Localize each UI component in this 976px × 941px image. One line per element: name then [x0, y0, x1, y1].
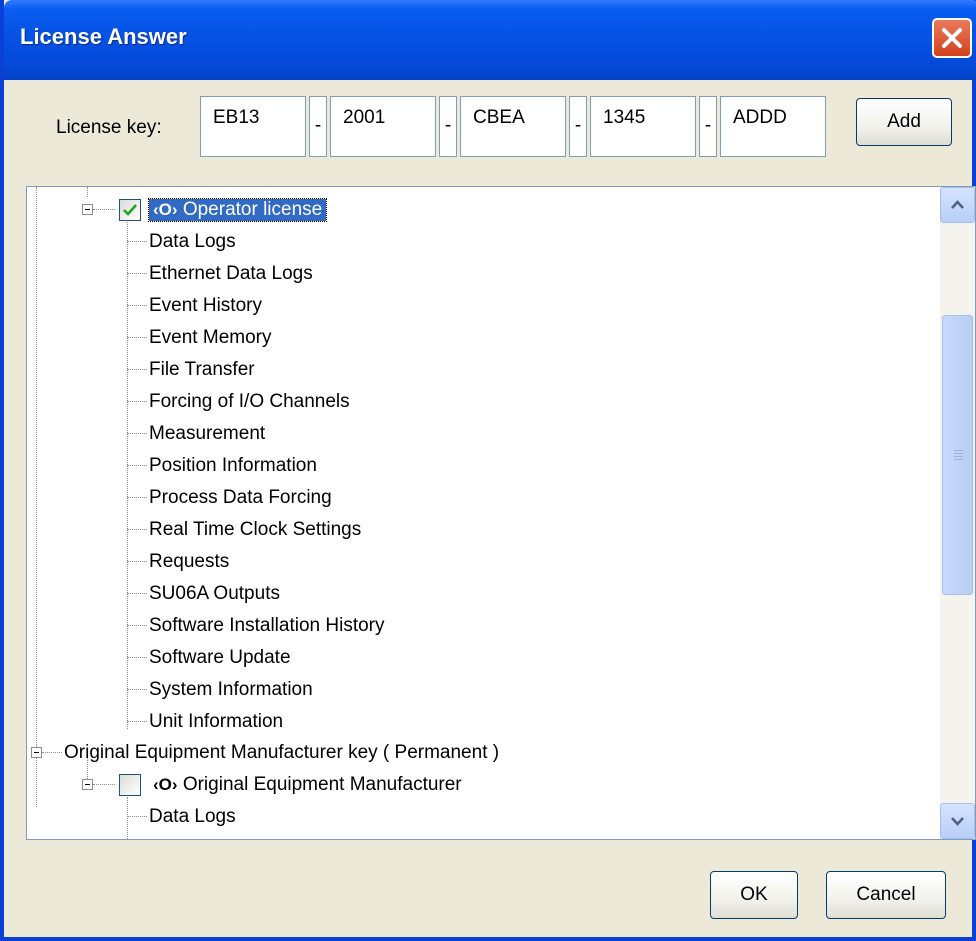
- tree-branch: [127, 561, 147, 562]
- scroll-down-button[interactable]: [940, 803, 975, 839]
- license-key-field-1[interactable]: EB13: [200, 96, 306, 157]
- collapse-toggle[interactable]: [82, 204, 93, 215]
- tree-guide-line: [36, 187, 37, 807]
- tree-branch: [127, 305, 147, 306]
- key-separator: -: [439, 96, 457, 157]
- tree-item[interactable]: Software Update: [149, 642, 291, 673]
- tree-item[interactable]: Process Data Forcing: [149, 482, 332, 513]
- tree-item[interactable]: Measurement: [149, 418, 265, 449]
- tree-branch: [127, 593, 147, 594]
- tree-node-oem-key[interactable]: Original Equipment Manufacturer key ( Pe…: [64, 737, 499, 768]
- tree-branch: [127, 241, 147, 242]
- scroll-up-button[interactable]: [940, 187, 975, 223]
- tree-branch: [42, 752, 62, 753]
- cancel-button[interactable]: Cancel: [826, 871, 946, 919]
- grip-line: [954, 453, 963, 454]
- tree-branch: [127, 497, 147, 498]
- tree-branch: [127, 625, 147, 626]
- license-key-field-4[interactable]: 1345: [590, 96, 696, 157]
- collapse-toggle[interactable]: [82, 779, 93, 790]
- key-separator: -: [699, 96, 717, 157]
- tree-branch: [127, 529, 147, 530]
- tree-guide-line: [127, 217, 128, 729]
- tree-branch: [127, 816, 147, 817]
- tree-item[interactable]: Data Logs: [149, 226, 236, 257]
- tree-item[interactable]: Real Time Clock Settings: [149, 514, 361, 545]
- tree-guide-line: [87, 187, 88, 197]
- tree-branch: [127, 657, 147, 658]
- oem-checkbox[interactable]: [119, 774, 141, 796]
- license-key-field-3[interactable]: CBEA: [460, 96, 566, 157]
- tree-branch: [127, 337, 147, 338]
- license-key-label: License key:: [56, 117, 162, 138]
- tree-item[interactable]: Data Logs: [149, 801, 236, 832]
- close-button[interactable]: [932, 18, 972, 58]
- ok-button[interactable]: OK: [710, 871, 798, 919]
- tree-branch: [127, 401, 147, 402]
- oem-label: Original Equipment Manufacturer: [182, 773, 462, 795]
- tree-branch: [93, 209, 115, 210]
- tree-item[interactable]: Forcing of I/O Channels: [149, 386, 350, 417]
- license-key-field-5[interactable]: ADDD: [720, 96, 826, 157]
- checkmark-icon: [123, 204, 137, 216]
- tree-item[interactable]: File Transfer: [149, 354, 255, 385]
- vertical-scrollbar[interactable]: [940, 187, 975, 839]
- tree-branch: [127, 433, 147, 434]
- tree-item[interactable]: System Information: [149, 674, 313, 705]
- operator-license-checkbox[interactable]: [119, 199, 141, 221]
- eye-icon: ‹O›: [153, 774, 178, 794]
- tree-branch: [127, 369, 147, 370]
- key-separator: -: [569, 96, 587, 157]
- tree-item[interactable]: Event History: [149, 290, 262, 321]
- operator-license-label: Operator license: [182, 198, 323, 220]
- chevron-up-icon: [951, 200, 964, 209]
- tree-item[interactable]: Ethernet Data Logs: [149, 258, 313, 289]
- license-tree[interactable]: ‹O› Operator license Data Logs Ethernet …: [26, 186, 976, 840]
- license-answer-dialog: License Answer License key: EB13 - 2001 …: [0, 0, 976, 941]
- tree-node-operator-license[interactable]: ‹O› Operator license: [147, 194, 328, 225]
- tree-item[interactable]: Software Installation History: [149, 610, 385, 641]
- grip-line: [954, 450, 963, 451]
- tree-branch: [127, 465, 147, 466]
- tree-branch: [127, 721, 147, 722]
- title-bar[interactable]: License Answer: [4, 0, 976, 80]
- collapse-toggle[interactable]: [31, 747, 42, 758]
- grip-line: [954, 456, 963, 457]
- eye-icon: ‹O›: [153, 199, 178, 219]
- tree-branch: [93, 784, 115, 785]
- tree-item[interactable]: Position Information: [149, 450, 317, 481]
- tree-item[interactable]: Unit Information: [149, 706, 283, 737]
- license-key-field-2[interactable]: 2001: [330, 96, 436, 157]
- chevron-down-icon: [951, 817, 964, 826]
- window-title: License Answer: [20, 24, 187, 49]
- grip-line: [954, 459, 963, 460]
- tree-guide-line: [127, 797, 128, 839]
- tree-item[interactable]: Requests: [149, 546, 229, 577]
- close-icon: [942, 28, 962, 48]
- tree-item[interactable]: Event Memory: [149, 322, 271, 353]
- scroll-thumb[interactable]: [942, 315, 973, 595]
- tree-item[interactable]: SU06A Outputs: [149, 578, 280, 609]
- tree-branch: [127, 273, 147, 274]
- tree-node-oem[interactable]: ‹O› Original Equipment Manufacturer: [153, 769, 462, 800]
- tree-branch: [127, 689, 147, 690]
- add-button[interactable]: Add: [856, 98, 952, 146]
- key-separator: -: [309, 96, 327, 157]
